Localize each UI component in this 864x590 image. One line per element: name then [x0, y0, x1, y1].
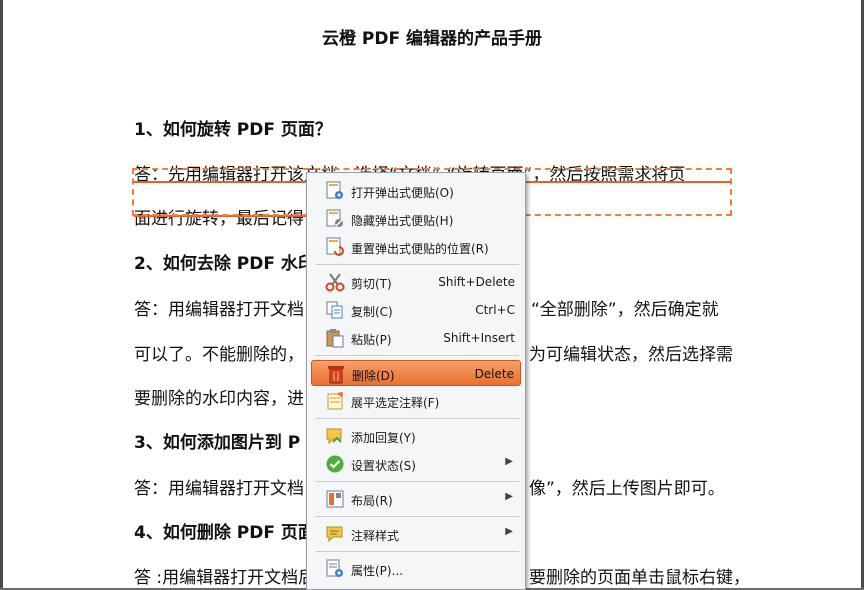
- menu-item-add-reply[interactable]: 添加回复(Y): [311, 423, 521, 449]
- menu-separator: [315, 551, 519, 552]
- submenu-arrow-icon: ▶: [505, 526, 513, 537]
- layout-icon: [326, 490, 344, 508]
- menu-item-flatten-selected-annotation[interactable]: 展平选定注释(F): [311, 388, 521, 414]
- comment-style-icon: [326, 526, 343, 543]
- scissors-icon: [325, 273, 345, 292]
- flatten-icon: [327, 392, 343, 410]
- q4-heading: 4、如何删除 PDF 页面: [134, 523, 315, 543]
- submenu-arrow-icon: ▶: [505, 491, 513, 502]
- q4-line1-left: 答 :用编辑器打开文档后: [134, 568, 316, 588]
- copy-icon: [326, 301, 343, 319]
- q2-line2-left: 可以了。不能删除的，: [134, 345, 304, 365]
- note-hide-icon: [326, 209, 343, 227]
- submenu-arrow-icon: ▶: [505, 456, 513, 467]
- menu-item-comment-style[interactable]: 注释样式 ▶: [311, 521, 521, 547]
- q4-line1-right: 要删除的页面单击鼠标右键，: [529, 568, 750, 588]
- menu-item-layout[interactable]: 布局(R) ▶: [311, 486, 521, 512]
- page-title: 云橙 PDF 编辑器的产品手册: [321, 29, 543, 49]
- q3-line1-left: 答：用编辑器打开文档: [134, 479, 304, 499]
- q1-heading: 1、如何旋转 PDF 页面？: [134, 120, 332, 140]
- menu-item-paste[interactable]: 粘贴(P) Shift+Insert: [311, 325, 521, 351]
- check-circle-icon: [326, 455, 344, 473]
- menu-separator: [315, 418, 519, 419]
- menu-separator: [315, 264, 519, 265]
- reply-icon: [326, 428, 342, 445]
- q3-line1-right: 像”，然后上传图片即可。: [529, 479, 725, 499]
- menu-separator: [315, 481, 519, 482]
- note-reset-icon: [326, 237, 344, 256]
- menu-item-reset-popup-note-position[interactable]: 重置弹出式便贴的位置(R): [311, 234, 521, 260]
- menu-separator: [315, 516, 519, 517]
- q2-line1-left: 答：用编辑器打开文档: [134, 300, 304, 320]
- note-open-icon: [326, 181, 343, 199]
- menu-item-open-popup-note[interactable]: 打开弹出式便贴(O): [311, 178, 521, 204]
- q2-line3: 要删除的水印内容，进: [134, 389, 304, 409]
- menu-item-properties[interactable]: 属性(P)...: [311, 556, 521, 582]
- q2-line2-right: 为可编辑状态，然后选择需: [529, 345, 733, 365]
- menu-separator: [315, 355, 519, 356]
- paste-icon: [326, 329, 344, 348]
- menu-item-cut[interactable]: 剪切(T) Shift+Delete: [311, 269, 521, 295]
- trash-icon: [328, 366, 344, 384]
- menu-item-delete[interactable]: 删除(D) Delete: [311, 360, 521, 386]
- q3-heading: 3、如何添加图片到 P: [134, 433, 301, 453]
- q2-heading: 2、如何去除 PDF 水印: [134, 254, 315, 274]
- menu-item-copy[interactable]: 复制(C) Ctrl+C: [311, 297, 521, 323]
- context-menu: 打开弹出式便贴(O) 隐藏弹出式便贴(H) 重置弹出式便贴的位置(R) 剪切(T…: [306, 172, 526, 590]
- properties-icon: [326, 559, 343, 577]
- q2-line1-right: “全部删除”，然后确定就: [531, 300, 719, 320]
- menu-item-hide-popup-note[interactable]: 隐藏弹出式便贴(H): [311, 206, 521, 232]
- menu-item-set-status[interactable]: 设置状态(S) ▶: [311, 451, 521, 477]
